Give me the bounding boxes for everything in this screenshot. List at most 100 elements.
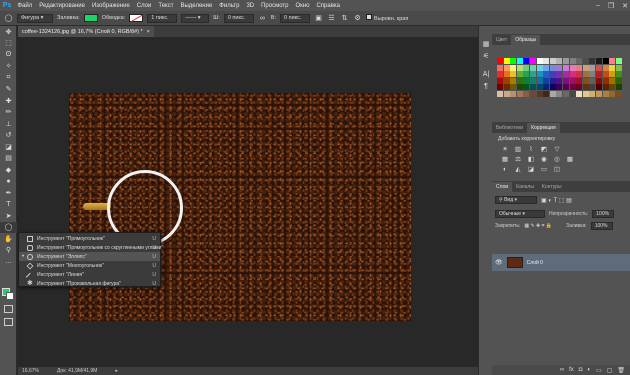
dodge-tool-icon[interactable]: ● (0, 176, 17, 188)
swatch-cell[interactable] (589, 84, 596, 91)
link-layers-icon[interactable]: ∞ (560, 367, 564, 373)
document-tab[interactable]: coffee-1324126.jpg @ 16,7% (Слой 0, RGB/… (18, 26, 154, 37)
menu-edit[interactable]: Редактирование (36, 3, 89, 9)
brush-tool-icon[interactable]: ✏ (0, 107, 17, 119)
swatch-cell[interactable] (595, 77, 602, 84)
swatch-cell[interactable] (609, 58, 616, 64)
swatch-cell[interactable] (510, 84, 517, 91)
channel-mixer-icon[interactable]: ◎ (552, 155, 562, 163)
swatch-cell[interactable] (549, 64, 556, 71)
layer-row[interactable]: 👁 Слой 0 (492, 254, 630, 271)
swatch-cell[interactable] (595, 71, 602, 78)
ellipse-tool-icon[interactable]: ◯ (4, 14, 13, 23)
swatch-cell[interactable] (569, 90, 576, 97)
swatch-cell[interactable] (529, 58, 536, 64)
swatch-cell[interactable] (569, 84, 576, 91)
swatch-cell[interactable] (516, 71, 523, 78)
swatch-cell[interactable] (529, 84, 536, 91)
history-brush-tool-icon[interactable]: ↺ (0, 130, 17, 142)
magic-wand-tool-icon[interactable]: ✧ (0, 61, 17, 73)
brightness-contrast-icon[interactable]: ☀ (500, 145, 510, 153)
swatch-cell[interactable] (536, 77, 543, 84)
swatch-cell[interactable] (615, 90, 622, 97)
swatch-cell[interactable] (576, 64, 583, 71)
swatch-cell[interactable] (523, 71, 530, 78)
selective-color-icon[interactable]: ◫ (552, 165, 562, 173)
swatch-cell[interactable] (510, 58, 517, 64)
swatch-cell[interactable] (556, 64, 563, 71)
swatch-cell[interactable] (615, 71, 622, 78)
swatch-cell[interactable] (615, 77, 622, 84)
trash-icon[interactable]: 🗑 (617, 367, 625, 374)
tab-swatches[interactable]: Образцы (511, 35, 541, 45)
swatch-cell[interactable] (503, 71, 510, 78)
flyout-item-rectangle[interactable]: Инструмент "Прямоугольник" U (19, 234, 160, 243)
swatch-cell[interactable] (576, 58, 583, 64)
menu-help[interactable]: Справка (313, 3, 344, 9)
swatch-cell[interactable] (523, 84, 530, 91)
move-tool-icon[interactable]: ✥ (0, 26, 17, 38)
swatch-cell[interactable] (497, 58, 503, 64)
swatch-cell[interactable] (576, 71, 583, 78)
swatch-cell[interactable] (516, 84, 523, 91)
swatch-cell[interactable] (503, 77, 510, 84)
restore-button[interactable]: ❐ (608, 2, 614, 10)
swatch-cell[interactable] (516, 64, 523, 71)
tab-layers[interactable]: Слои (492, 182, 513, 192)
swatch-cell[interactable] (549, 71, 556, 78)
swatch-cell[interactable] (595, 84, 602, 91)
screen-mode-icon[interactable] (4, 318, 13, 326)
menu-file[interactable]: Файл (14, 3, 36, 9)
gear-icon[interactable]: ⚙ (353, 14, 362, 23)
swatch-cell[interactable] (536, 58, 543, 64)
properties-panel-icon[interactable]: ⚟ (479, 50, 493, 62)
swatch-cell[interactable] (497, 90, 503, 97)
swatch-cell[interactable] (516, 58, 523, 64)
character-panel-icon[interactable]: A| (479, 68, 493, 80)
close-button[interactable]: ✕ (622, 2, 628, 10)
swatch-cell[interactable] (543, 71, 550, 78)
swatch-cell[interactable] (529, 64, 536, 71)
path-arrangement-icon[interactable]: ⇅ (340, 14, 349, 23)
status-arrow-icon[interactable]: ▸ (115, 368, 118, 374)
menu-layers[interactable]: Слои (133, 3, 155, 9)
swatch-cell[interactable] (516, 90, 523, 97)
swatch-cell[interactable] (529, 90, 536, 97)
swatch-cell[interactable] (556, 84, 563, 91)
layer-filter-select[interactable]: ⚲ Вид ▾ (495, 196, 537, 204)
zoom-level[interactable]: 16,67% (22, 368, 39, 374)
swatch-cell[interactable] (582, 64, 589, 71)
exposure-icon[interactable]: ◩ (539, 145, 549, 153)
tool-mode-select[interactable]: Фигура ▾ (17, 13, 53, 23)
photo-filter-icon[interactable]: ◉ (539, 155, 549, 163)
swatch-cell[interactable] (569, 77, 576, 84)
swatch-cell[interactable] (549, 58, 556, 64)
marquee-tool-icon[interactable]: ⬚ (0, 38, 17, 50)
background-color-swatch[interactable] (6, 292, 14, 300)
menu-filter[interactable]: Фильтр (216, 3, 243, 9)
swatch-cell[interactable] (510, 90, 517, 97)
swatch-cell[interactable] (543, 77, 550, 84)
swatch-cell[interactable] (582, 58, 589, 64)
zoom-tool-icon[interactable]: ⚲ (0, 245, 17, 257)
swatch-cell[interactable] (549, 90, 556, 97)
invert-icon[interactable]: ◐ (500, 165, 510, 173)
hand-tool-icon[interactable]: ✋ (0, 233, 17, 245)
path-selection-tool-icon[interactable]: ➤ (0, 210, 17, 222)
swatch-cell[interactable] (543, 58, 550, 64)
height-field[interactable]: 0 пикс. (280, 13, 311, 23)
swatch-cell[interactable] (562, 84, 569, 91)
menu-type[interactable]: Текст (155, 3, 177, 9)
opacity-field[interactable]: 100% (592, 210, 615, 218)
crop-tool-icon[interactable]: ⌗ (0, 72, 17, 84)
new-group-icon[interactable]: ▭ (596, 367, 602, 374)
swatch-cell[interactable] (510, 77, 517, 84)
align-edges-checkbox[interactable]: Выровн. края (366, 14, 408, 22)
menu-view[interactable]: Просмотр (258, 3, 292, 9)
swatch-cell[interactable] (609, 64, 616, 71)
swatch-cell[interactable] (562, 77, 569, 84)
swatch-cell[interactable] (523, 64, 530, 71)
swatch-cell[interactable] (582, 77, 589, 84)
swatch-cell[interactable] (582, 90, 589, 97)
ellipse-tool-icon[interactable]: ◯ (0, 221, 17, 233)
